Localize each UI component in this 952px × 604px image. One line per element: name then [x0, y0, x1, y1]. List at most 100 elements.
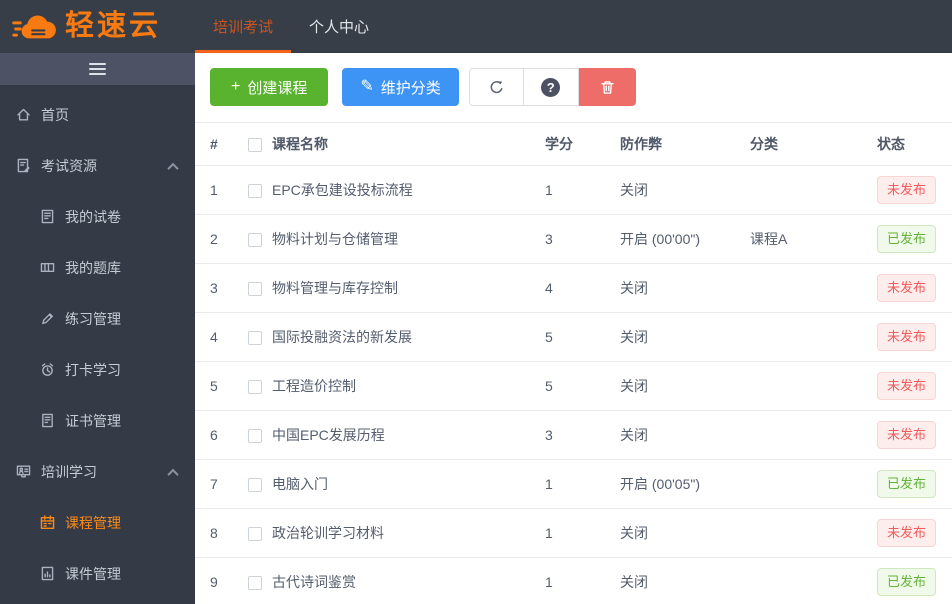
chevron-up-icon	[167, 162, 179, 174]
row-number: 4	[195, 312, 248, 362]
course-credits: 1	[545, 165, 620, 215]
sidebar-item-checkin-learning[interactable]: 打卡学习	[0, 344, 195, 395]
table-row: 2 物料计划与仓储管理 3 开启 (00'00") 课程A 已发布	[195, 214, 952, 264]
create-course-label: 创建课程	[247, 79, 308, 97]
refresh-button[interactable]	[468, 68, 524, 106]
sidebar-item-exam-resources[interactable]: 考试资源	[0, 140, 195, 191]
row-checkbox[interactable]	[248, 184, 262, 199]
course-category	[750, 312, 877, 362]
column-anticheat: 防作弊	[620, 122, 750, 166]
table-row: 1 EPC承包建设投标流程 1 关闭 未发布	[195, 165, 952, 215]
select-all-checkbox[interactable]	[248, 138, 262, 153]
plus-icon: +	[231, 78, 241, 95]
row-checkbox[interactable]	[248, 380, 262, 395]
course-credits: 1	[545, 459, 620, 509]
row-checkbox[interactable]	[248, 331, 262, 346]
row-checkbox[interactable]	[248, 233, 262, 248]
chevron-up-icon	[167, 468, 179, 480]
sidebar-collapse-toggle[interactable]	[0, 53, 195, 85]
sidebar-item-label: 课程管理	[65, 514, 121, 531]
tab-label: 培训考试	[213, 19, 274, 36]
row-checkbox[interactable]	[248, 478, 262, 493]
home-icon	[14, 106, 32, 124]
course-category	[750, 361, 877, 411]
toolbar: + 创建课程 ✎ 维护分类 ?	[195, 53, 952, 106]
course-anticheat: 关闭	[620, 165, 750, 215]
certificate-icon	[38, 412, 56, 430]
brand-name: 轻速云	[65, 10, 162, 42]
pencil-icon: ✎	[360, 78, 374, 95]
tab-personal-center[interactable]: 个人中心	[291, 0, 387, 53]
maintain-category-label: 维护分类	[380, 79, 441, 97]
row-number: 7	[195, 459, 248, 509]
brand-logo[interactable]: 轻速云	[0, 0, 195, 53]
sidebar-item-home[interactable]: 首页	[0, 89, 195, 140]
course-category	[750, 557, 877, 604]
sidebar-item-course-management[interactable]: 课程管理	[0, 497, 195, 548]
delete-button[interactable]	[578, 68, 636, 106]
row-number: 8	[195, 508, 248, 558]
course-table: # 课程名称 学分 防作弊 分类 状态 1 EPC承包建设投标流程 1 关闭 未…	[195, 122, 952, 604]
table-header-row: # 课程名称 学分 防作弊 分类 状态	[195, 122, 952, 166]
row-checkbox[interactable]	[248, 527, 262, 542]
status-badge: 未发布	[877, 176, 937, 204]
course-name: 政治轮训学习材料	[272, 508, 545, 558]
row-checkbox[interactable]	[248, 576, 262, 591]
column-status: 状态	[877, 122, 952, 166]
course-anticheat: 关闭	[620, 312, 750, 362]
help-icon: ?	[541, 77, 561, 97]
alarm-clock-icon	[38, 361, 56, 379]
course-name: 古代诗词鉴赏	[272, 557, 545, 604]
course-name: 国际投融资法的新发展	[272, 312, 545, 362]
top-header: 轻速云 培训考试 个人中心	[0, 0, 952, 53]
training-icon	[14, 463, 32, 481]
course-category: 课程A	[750, 214, 877, 264]
create-course-button[interactable]: + 创建课程	[210, 68, 329, 106]
course-category	[750, 410, 877, 460]
maintain-category-button[interactable]: ✎ 维护分类	[342, 68, 459, 106]
table-row: 6 中国EPC发展历程 3 关闭 未发布	[195, 410, 952, 460]
row-number: 1	[195, 165, 248, 215]
course-name: 工程造价控制	[272, 361, 545, 411]
question-bank-icon	[38, 259, 56, 277]
sidebar-item-my-papers[interactable]: 我的试卷	[0, 191, 195, 242]
status-badge: 未发布	[877, 274, 937, 302]
refresh-icon	[490, 80, 503, 93]
table-row: 9 古代诗词鉴赏 1 关闭 已发布	[195, 557, 952, 604]
row-number: 2	[195, 214, 248, 264]
sidebar-item-courseware-management[interactable]: 课件管理	[0, 548, 195, 599]
main-content: + 创建课程 ✎ 维护分类 ? # 课程名称 学分 防作弊 分类 状态 1 EP…	[195, 53, 952, 604]
status-badge: 已发布	[877, 470, 937, 498]
status-badge: 未发布	[877, 323, 937, 351]
status-badge: 未发布	[877, 519, 937, 547]
help-button[interactable]: ?	[523, 68, 579, 106]
top-nav: 培训考试 个人中心	[195, 0, 387, 53]
course-anticheat: 关闭	[620, 557, 750, 604]
tab-training-exam[interactable]: 培训考试	[195, 0, 292, 53]
course-name: 物料管理与库存控制	[272, 263, 545, 313]
row-checkbox[interactable]	[248, 429, 262, 444]
sidebar-item-label: 我的题库	[65, 259, 121, 276]
course-name: EPC承包建设投标流程	[272, 165, 545, 215]
status-badge: 未发布	[877, 372, 937, 400]
status-badge: 已发布	[877, 225, 937, 253]
table-row: 7 电脑入门 1 开启 (00'05") 已发布	[195, 459, 952, 509]
trash-icon	[601, 80, 614, 94]
sidebar-item-label: 培训学习	[41, 463, 97, 480]
sidebar-item-label: 课件管理	[65, 565, 121, 582]
course-credits: 3	[545, 410, 620, 460]
sidebar-item-training-learning[interactable]: 培训学习	[0, 446, 195, 497]
practice-pencil-icon	[38, 310, 56, 328]
sidebar-item-practice-management[interactable]: 练习管理	[0, 293, 195, 344]
course-category	[750, 263, 877, 313]
course-anticheat: 关闭	[620, 508, 750, 558]
sidebar-item-label: 我的试卷	[65, 208, 121, 225]
course-name: 物料计划与仓储管理	[272, 214, 545, 264]
sidebar-item-label: 练习管理	[65, 310, 121, 327]
course-credits: 5	[545, 312, 620, 362]
course-credits: 4	[545, 263, 620, 313]
sidebar-item-my-question-bank[interactable]: 我的题库	[0, 242, 195, 293]
row-checkbox[interactable]	[248, 282, 262, 297]
sidebar-item-label: 证书管理	[65, 412, 121, 429]
sidebar-item-certificate-management[interactable]: 证书管理	[0, 395, 195, 446]
